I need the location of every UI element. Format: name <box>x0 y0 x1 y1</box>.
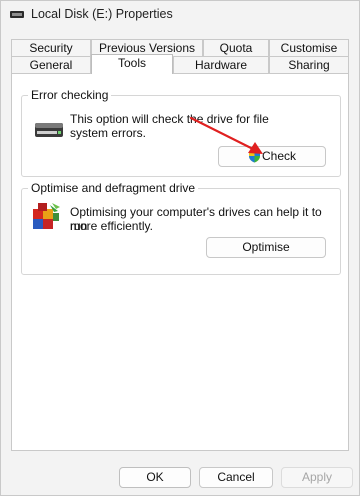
window-title: Local Disk (E:) Properties <box>31 7 173 21</box>
error-checking-group: Error checking This option will check th… <box>21 88 341 177</box>
tab-general[interactable]: General <box>11 56 91 73</box>
tab-quota[interactable]: Quota <box>203 39 269 56</box>
error-checking-description-line2: system errors. <box>70 126 147 140</box>
error-checking-description-line1: This option will check the drive for fil… <box>70 112 269 126</box>
error-checking-heading: Error checking <box>28 88 112 102</box>
optimise-description-line2: more efficiently. <box>70 219 153 233</box>
defrag-icon <box>33 203 60 229</box>
cancel-button[interactable]: Cancel <box>199 467 273 488</box>
optimise-group: Optimise and defragment drive Optimising… <box>21 181 341 275</box>
optimise-heading: Optimise and defragment drive <box>28 181 199 195</box>
check-button-label: Check <box>261 149 296 163</box>
title-bar: Local Disk (E:) Properties <box>1 1 359 29</box>
properties-window: Local Disk (E:) Properties Security Prev… <box>0 0 360 496</box>
tools-tab-panel: Error checking This option will check th… <box>11 73 349 451</box>
drive-icon <box>35 123 63 137</box>
uac-shield-icon <box>248 149 260 163</box>
apply-button[interactable]: Apply <box>281 467 353 488</box>
tab-hardware[interactable]: Hardware <box>173 56 269 73</box>
tab-customise[interactable]: Customise <box>269 39 349 56</box>
drive-title-icon <box>10 11 24 18</box>
ok-button[interactable]: OK <box>119 467 191 488</box>
tab-security[interactable]: Security <box>11 39 91 56</box>
tab-tools[interactable]: Tools <box>91 54 173 74</box>
check-button[interactable]: Check <box>218 146 326 167</box>
optimise-button[interactable]: Optimise <box>206 237 326 258</box>
tab-sharing[interactable]: Sharing <box>269 56 349 73</box>
